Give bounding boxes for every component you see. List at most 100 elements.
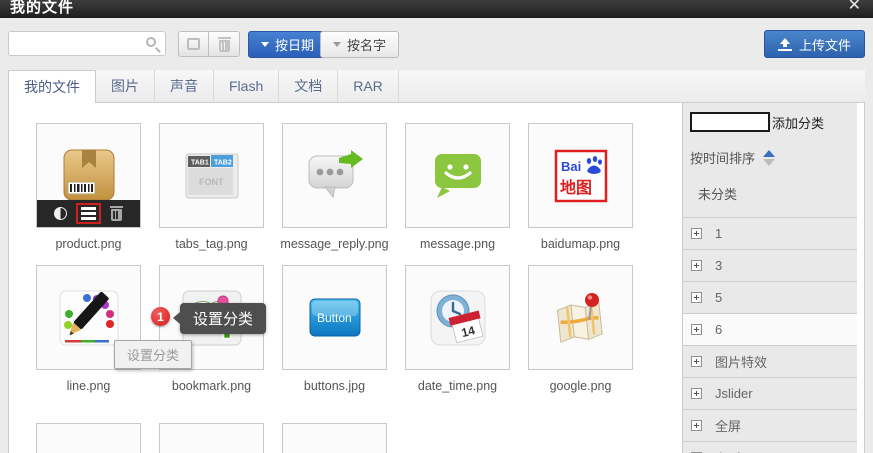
file-name: date_time.png — [395, 379, 520, 393]
sidebar-item-category[interactable]: dasf — [683, 442, 857, 453]
tab-images[interactable]: 图片 — [96, 70, 155, 103]
category-label: 5 — [715, 290, 722, 305]
contrast-icon[interactable] — [54, 207, 67, 220]
file-tile[interactable] — [36, 123, 141, 228]
tab-rar[interactable]: RAR — [338, 70, 399, 103]
map-with-pin-icon — [549, 286, 613, 350]
new-category-input[interactable] — [690, 112, 770, 132]
svg-text:地图: 地图 — [560, 178, 592, 197]
expand-plus-icon[interactable] — [691, 356, 702, 367]
svg-text:Bai: Bai — [561, 159, 581, 174]
svg-text:TAB2: TAB2 — [214, 159, 232, 166]
my-files-dialog: 我的文件 ✕ 按日期 按名字 上传文件 我的文件 图 — [0, 0, 873, 453]
file-tile[interactable] — [405, 123, 510, 228]
file-name: buttons.jpg — [272, 379, 397, 393]
tab-audio[interactable]: 声音 — [155, 70, 214, 103]
search-icon — [146, 37, 156, 47]
select-all-button[interactable] — [178, 31, 209, 57]
file-name: product.png — [26, 237, 151, 251]
category-label: 1 — [715, 226, 722, 241]
sidebar-item-category[interactable]: 图片特效 — [683, 346, 857, 378]
toolbar: 按日期 按名字 上传文件 — [0, 18, 873, 68]
expand-plus-icon[interactable] — [691, 324, 702, 335]
close-icon[interactable]: ✕ — [848, 0, 861, 15]
expand-plus-icon[interactable] — [691, 420, 702, 431]
tab-my-files[interactable]: 我的文件 — [8, 70, 96, 104]
clock-calendar-icon: 14 — [426, 286, 490, 350]
selection-button-group — [178, 31, 240, 57]
search-input[interactable] — [8, 31, 166, 56]
file-name: message.png — [395, 237, 520, 251]
green-smiley-bubble-icon — [426, 144, 490, 208]
upload-file-button[interactable]: 上传文件 — [764, 30, 865, 58]
svg-text:TAB1: TAB1 — [191, 159, 209, 166]
message-reply-bubble-icon — [303, 144, 367, 208]
sort-arrows-icon — [763, 150, 775, 166]
sidebar-item-category[interactable]: 5 — [683, 282, 857, 314]
file-name: bookmark.png — [149, 379, 274, 393]
dialog-title: 我的文件 — [10, 0, 74, 17]
status-badge: 1 — [151, 307, 170, 326]
file-tile[interactable]: 14 — [405, 265, 510, 370]
category-label: 图片特效 — [715, 352, 767, 371]
tab-flash[interactable]: Flash — [214, 70, 279, 103]
expand-plus-icon[interactable] — [691, 292, 702, 303]
file-tile[interactable] — [282, 423, 387, 453]
blue-button-icon: Button — [303, 286, 367, 350]
package-box-icon — [57, 144, 121, 208]
category-label: Jslider — [715, 386, 753, 401]
sort-by-time-control[interactable]: 按时间排序 — [690, 148, 857, 167]
trash-icon — [218, 37, 231, 52]
file-tile[interactable]: TAB1 TAB2 FONT — [159, 123, 264, 228]
file-tile[interactable] — [36, 423, 141, 453]
file-tile[interactable] — [159, 423, 264, 453]
sidebar-item-category[interactable]: Jslider — [683, 378, 857, 410]
sidebar-item-uncategorized[interactable]: 未分类 — [698, 184, 857, 203]
category-sidebar: 添加分类 按时间排序 未分类 1 3 5 — [682, 103, 857, 453]
sidebar-item-category[interactable]: 3 — [683, 250, 857, 282]
file-name: google.png — [518, 379, 643, 393]
add-category-button[interactable]: 添加分类 — [772, 113, 824, 132]
sort-by-date-button[interactable]: 按日期 — [248, 31, 327, 58]
file-name: message_reply.png — [272, 237, 397, 251]
file-name: line.png — [26, 379, 151, 393]
category-label: 3 — [715, 258, 722, 273]
dialog-titlebar: 我的文件 ✕ — [0, 0, 873, 18]
file-tile[interactable] — [528, 265, 633, 370]
sidebar-item-category[interactable]: 6 — [683, 314, 857, 346]
baidu-map-logo-icon: Bai 地图 — [549, 144, 613, 208]
tabs-widget-icon: TAB1 TAB2 FONT — [180, 144, 244, 208]
sidebar-item-category[interactable]: 全屏 — [683, 410, 857, 442]
svg-text:Button: Button — [317, 311, 352, 325]
file-tile[interactable]: Bai 地图 — [528, 123, 633, 228]
category-list: 1 3 5 6 图片特效 — [683, 217, 857, 453]
sidebar-item-category[interactable]: 1 — [683, 218, 857, 250]
expand-plus-icon[interactable] — [691, 228, 702, 239]
trash-icon[interactable] — [110, 206, 123, 221]
upload-label: 上传文件 — [799, 35, 851, 54]
sort-by-date-label: 按日期 — [275, 35, 314, 54]
expand-plus-icon[interactable] — [691, 388, 702, 399]
sort-by-name-label: 按名字 — [347, 35, 386, 54]
category-label: 全屏 — [715, 416, 741, 435]
tile-action-overlay — [37, 200, 140, 227]
delete-button[interactable] — [209, 31, 240, 57]
content-panel: product.png TAB1 TAB2 FONT tabs_tag.png — [8, 103, 865, 453]
set-category-icon[interactable] — [76, 203, 101, 224]
set-category-tooltip: 设置分类 — [180, 303, 266, 334]
file-name: tabs_tag.png — [149, 237, 274, 251]
svg-text:FONT: FONT — [199, 177, 224, 187]
checkbox-icon — [187, 38, 200, 50]
sort-by-name-button[interactable]: 按名字 — [320, 31, 399, 58]
sort-by-time-label: 按时间排序 — [690, 148, 755, 167]
tab-bar: 我的文件 图片 声音 Flash 文档 RAR — [8, 70, 865, 103]
file-tile[interactable] — [282, 123, 387, 228]
expand-plus-icon[interactable] — [691, 260, 702, 271]
upload-icon — [778, 38, 792, 51]
tab-documents[interactable]: 文档 — [279, 70, 338, 103]
file-tile[interactable]: Button — [282, 265, 387, 370]
pencil-color-dots-icon — [57, 286, 121, 350]
chevron-down-icon — [333, 42, 341, 47]
set-category-hint-tooltip: 设置分类 — [114, 340, 192, 369]
chevron-down-icon — [261, 42, 269, 47]
